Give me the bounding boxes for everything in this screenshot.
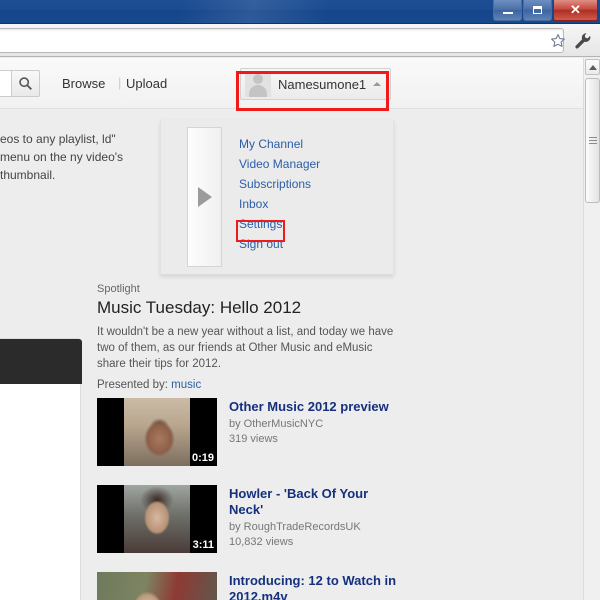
table-row[interactable]: 0:19 Other Music 2012 preview by OtherMu… xyxy=(97,398,397,466)
nav-separator: | xyxy=(118,75,122,90)
video-duration: 0:19 xyxy=(191,452,214,464)
presented-by-row: Presented by: music xyxy=(97,379,397,391)
account-name-label: Namesumone1 xyxy=(278,76,367,92)
window-titlebar: ✕ xyxy=(0,0,600,24)
menu-item-my-channel[interactable]: My Channel xyxy=(239,138,320,150)
video-title-link[interactable]: Introducing: 12 to Watch in 2012.m4v xyxy=(229,573,397,600)
video-thumbnail[interactable]: 3:11 xyxy=(97,485,217,553)
account-menu-button[interactable]: Namesumone1 xyxy=(240,68,392,100)
video-meta: Howler - 'Back Of Your Neck' by RoughTra… xyxy=(229,485,397,553)
window-controls: ✕ xyxy=(492,0,598,21)
browser-window: ✕ Browse | Upload Namesumone1 eos to any… xyxy=(0,0,600,600)
promo-text: eos to any playlist, ld" menu on the ny … xyxy=(0,132,124,182)
bookmark-star-icon[interactable] xyxy=(550,33,566,49)
page-viewport: Browse | Upload Namesumone1 eos to any p… xyxy=(0,58,600,600)
table-row[interactable]: 3:11 Howler - 'Back Of Your Neck' by Rou… xyxy=(97,485,397,553)
video-views: 10,832 views xyxy=(229,536,294,548)
video-meta: Introducing: 12 to Watch in 2012.m4v xyxy=(229,572,397,600)
close-button[interactable]: ✕ xyxy=(553,0,598,21)
default-user-avatar-icon xyxy=(245,71,271,97)
nav-browse-link[interactable]: Browse xyxy=(62,76,105,91)
youtube-masthead: Browse | Upload Namesumone1 xyxy=(0,58,583,109)
scroll-up-arrow-icon[interactable] xyxy=(585,59,600,75)
menu-item-subscriptions[interactable]: Subscriptions xyxy=(239,178,320,190)
video-duration: 3:11 xyxy=(192,539,214,551)
scroll-thumb[interactable] xyxy=(585,78,600,203)
menu-item-settings[interactable]: Settings xyxy=(239,218,320,230)
search-button[interactable] xyxy=(11,70,40,97)
video-meta: Other Music 2012 preview by OtherMusicNY… xyxy=(229,398,389,466)
browser-toolbar xyxy=(0,24,600,57)
nav-upload-link[interactable]: Upload xyxy=(126,76,167,91)
presented-by-label: Presented by: xyxy=(97,379,168,391)
spotlight-title: Music Tuesday: Hello 2012 xyxy=(97,298,302,317)
close-icon: ✕ xyxy=(570,2,581,17)
video-thumbnail[interactable] xyxy=(97,572,217,600)
left-card-header xyxy=(0,339,82,384)
video-title-link[interactable]: Howler - 'Back Of Your Neck' xyxy=(229,486,397,518)
spotlight-section: Spotlight Music Tuesday: Hello 2012 It w… xyxy=(97,283,397,391)
restore-icon xyxy=(533,6,542,14)
menu-item-video-manager[interactable]: Video Manager xyxy=(239,158,320,170)
spotlight-description: It wouldn't be a new year without a list… xyxy=(97,326,394,370)
address-bar[interactable] xyxy=(0,28,564,53)
spotlight-kicker: Spotlight xyxy=(97,283,140,295)
left-card: yet. com ilan xyxy=(0,338,82,600)
presented-by-link[interactable]: music xyxy=(171,379,201,391)
carousel-next-arrow-icon xyxy=(197,187,212,207)
menu-item-sign-out[interactable]: Sign out xyxy=(239,238,320,250)
video-title-link[interactable]: Other Music 2012 preview xyxy=(229,399,389,415)
caret-up-icon xyxy=(373,82,382,86)
account-menu-items: My Channel Video Manager Subscriptions I… xyxy=(239,138,320,258)
account-dropdown-menu: My Channel Video Manager Subscriptions I… xyxy=(160,120,394,275)
restore-button[interactable] xyxy=(523,0,552,21)
chrome-menu-wrench-icon[interactable] xyxy=(574,32,592,50)
table-row[interactable]: Introducing: 12 to Watch in 2012.m4v xyxy=(97,572,397,600)
spotlight-video-list: 0:19 Other Music 2012 preview by OtherMu… xyxy=(97,398,397,600)
video-thumbnail[interactable]: 0:19 xyxy=(97,398,217,466)
video-views: 319 views xyxy=(229,433,278,445)
minimize-button[interactable] xyxy=(493,0,522,21)
video-uploader: by RoughTradeRecordsUK xyxy=(229,521,361,533)
menu-item-inbox[interactable]: Inbox xyxy=(239,198,320,210)
carousel-next-button[interactable] xyxy=(187,127,222,267)
video-uploader: by OtherMusicNYC xyxy=(229,418,324,430)
page-scrollbar[interactable] xyxy=(583,58,600,600)
minimize-icon xyxy=(502,11,513,14)
magnifier-icon xyxy=(19,77,32,90)
